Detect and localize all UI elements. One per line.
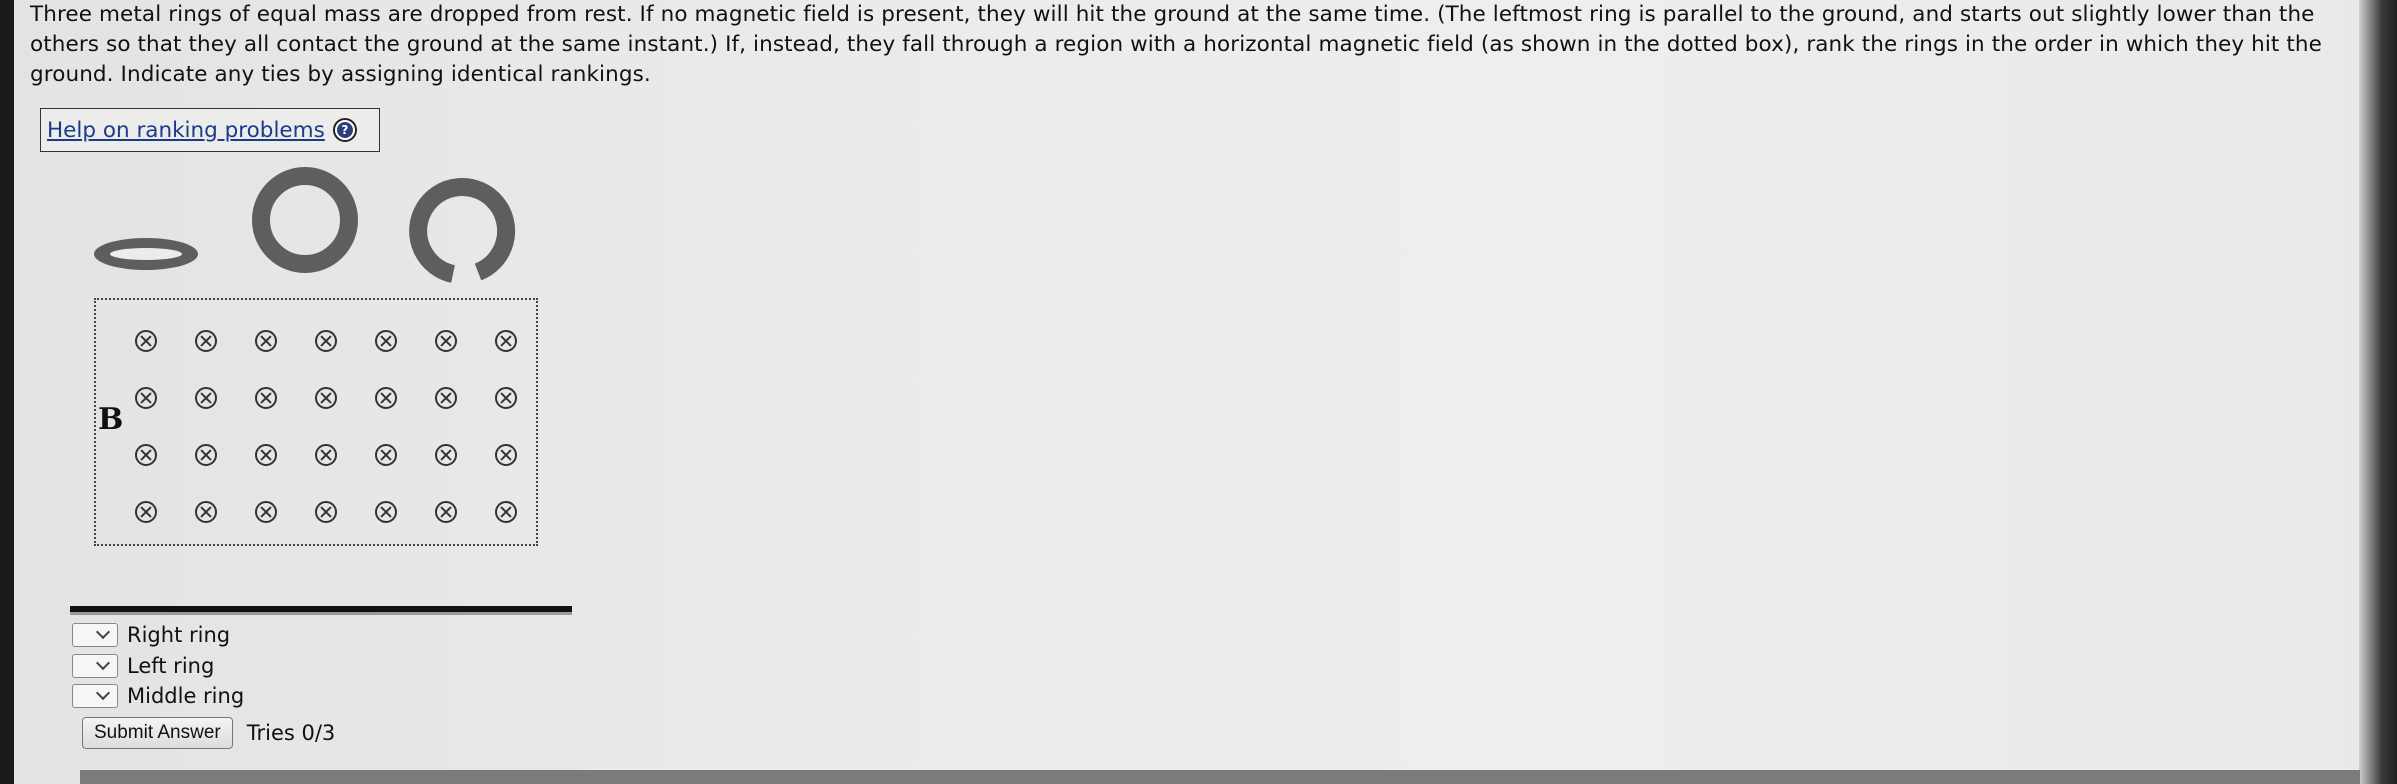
field-into-page-icon: [255, 329, 277, 352]
divider: [70, 606, 572, 612]
rank-select[interactable]: [72, 653, 118, 678]
field-into-page-icon: [195, 386, 217, 409]
field-into-page-icon: [435, 443, 457, 466]
tries-counter: Tries 0/3: [246, 721, 336, 745]
field-into-page-icon: [255, 386, 277, 409]
ring-figure: B: [80, 128, 560, 558]
field-into-page-icon: [135, 329, 157, 352]
field-into-page-icon: [135, 386, 157, 409]
question-text: Three metal rings of equal mass are drop…: [30, 2, 2322, 87]
field-into-page-icon: [495, 500, 517, 523]
screen-right-bezel: [2359, 0, 2397, 784]
middle-ring: [252, 167, 358, 273]
rank-item-label: Middle ring: [127, 684, 245, 709]
field-into-page-icon: [375, 443, 397, 466]
field-into-page-icon: [135, 500, 157, 523]
field-into-page-icon: [255, 443, 277, 466]
field-into-page-icon: [195, 500, 217, 523]
field-into-page-icon: [195, 443, 217, 466]
field-into-page-icon: [435, 500, 457, 523]
field-into-page-icon: [435, 386, 457, 409]
ranking-row: Left ring: [72, 651, 244, 682]
field-into-page-icon: [195, 329, 217, 352]
chevron-down-icon: [95, 655, 111, 670]
right-ring: [409, 178, 516, 283]
field-into-page-icon: [315, 386, 337, 409]
rank-select[interactable]: [72, 623, 118, 648]
field-symbol-grid: [116, 312, 536, 540]
field-into-page-icon: [315, 329, 337, 352]
rank-item-label: Left ring: [127, 653, 215, 678]
field-into-page-icon: [315, 443, 337, 466]
ranking-list: Right ring Left ring Middle ring: [72, 620, 244, 712]
rings-illustration: [94, 167, 516, 283]
field-into-page-icon: [375, 329, 397, 352]
ranking-row: Middle ring: [72, 681, 244, 712]
chevron-down-icon: [95, 625, 111, 640]
field-into-page-icon: [255, 500, 277, 523]
field-into-page-icon: [435, 329, 457, 352]
screen-left-bezel: [0, 0, 14, 784]
rank-item-label: Right ring: [127, 623, 231, 648]
field-into-page-icon: [375, 500, 397, 523]
submit-answer-button[interactable]: Submit Answer: [82, 717, 233, 749]
field-into-page-icon: [315, 500, 337, 523]
bottom-bar: [80, 770, 2360, 784]
field-into-page-icon: [375, 386, 397, 409]
field-into-page-icon: [135, 443, 157, 466]
field-into-page-icon: [495, 443, 517, 466]
magnetic-field-region: [94, 298, 538, 546]
field-into-page-icon: [495, 386, 517, 409]
submit-row: Submit Answer Tries 0/3: [82, 717, 335, 749]
field-into-page-icon: [495, 329, 517, 352]
left-ring: [94, 238, 198, 270]
field-label: B: [98, 402, 124, 437]
chevron-down-icon: [95, 686, 111, 701]
rank-select[interactable]: [72, 684, 118, 709]
ranking-row: Right ring: [72, 620, 244, 651]
